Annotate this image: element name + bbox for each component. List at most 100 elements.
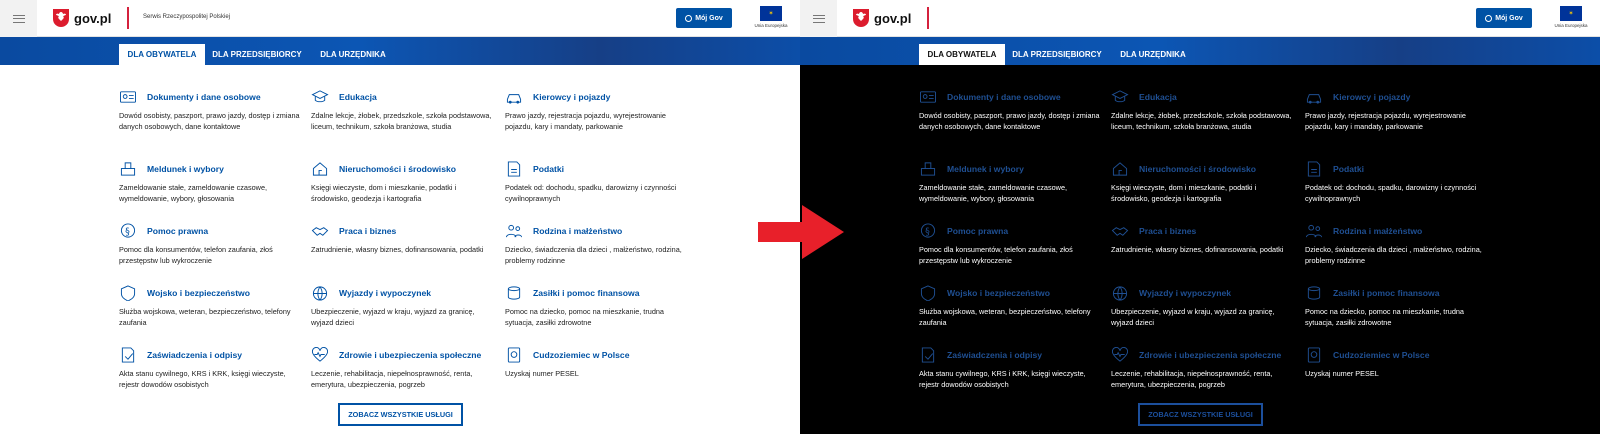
category-title-row[interactable]: Kierowcy i pojazdy [1305, 89, 1490, 105]
category-card[interactable]: Zaświadczenia i odpisy Akta stanu cywilne… [919, 347, 1104, 390]
category-card[interactable]: Zdrowie i ubezpieczenia społeczne Leczeni… [311, 347, 496, 390]
category-title[interactable]: Zaświadczenia i odpisy [947, 350, 1042, 360]
category-card[interactable]: Zdrowie i ubezpieczenia społeczne Leczeni… [1111, 347, 1296, 390]
category-card[interactable]: Meldunek i wybory Zameldowanie stałe, zam… [119, 161, 304, 204]
category-card[interactable]: Cudzoziemiec w Polsce Uzyskaj numer PESEL [1305, 347, 1490, 379]
category-card[interactable]: Zasiłki i pomoc finansowa Pomoc na dzieck… [1305, 285, 1490, 328]
category-card[interactable]: § Pomoc prawna Pomoc dla konsumentów, tele… [119, 223, 304, 266]
category-title-row[interactable]: Nieruchomości i środowisko [311, 161, 496, 177]
category-card[interactable]: Praca i biznes Zatrudnienie, własny bizne… [311, 223, 496, 255]
category-title-row[interactable]: Edukacja [311, 89, 496, 105]
category-title[interactable]: Rodzina i małżeństwo [533, 226, 622, 236]
category-title-row[interactable]: Podatki [505, 161, 690, 177]
category-card[interactable]: § Pomoc prawna Pomoc dla konsumentów, tele… [919, 223, 1104, 266]
category-title[interactable]: Zdrowie i ubezpieczenia społeczne [339, 350, 481, 360]
category-title[interactable]: Dokumenty i dane osobowe [947, 92, 1061, 102]
category-title[interactable]: Podatki [1333, 164, 1364, 174]
menu-button[interactable] [800, 0, 837, 37]
category-title-row[interactable]: Zaświadczenia i odpisy [119, 347, 304, 363]
category-card[interactable]: Zaświadczenia i odpisy Akta stanu cywilne… [119, 347, 304, 390]
menu-button[interactable] [0, 0, 37, 37]
moj-gov-button[interactable]: Mój Gov [676, 8, 732, 28]
category-title-row[interactable]: Cudzoziemiec w Polsce [1305, 347, 1490, 363]
category-title[interactable]: Pomoc prawna [147, 226, 208, 236]
category-title[interactable]: Dokumenty i dane osobowe [147, 92, 261, 102]
category-card[interactable]: Podatki Podatek od: dochodu, spadku, daro… [505, 161, 690, 204]
category-title[interactable]: Praca i biznes [339, 226, 396, 236]
category-title-row[interactable]: Dokumenty i dane osobowe [119, 89, 304, 105]
category-title[interactable]: Kierowcy i pojazdy [1333, 92, 1410, 102]
category-title[interactable]: Wyjazdy i wypoczynek [1139, 288, 1231, 298]
tab-dla-obywatela[interactable]: DLA OBYWATELA [919, 44, 1005, 65]
category-title[interactable]: Kierowcy i pojazdy [533, 92, 610, 102]
category-title-row[interactable]: Podatki [1305, 161, 1490, 177]
category-title-row[interactable]: Praca i biznes [311, 223, 496, 239]
category-title-row[interactable]: Praca i biznes [1111, 223, 1296, 239]
category-title[interactable]: Cudzoziemiec w Polsce [1333, 350, 1429, 360]
category-title-row[interactable]: Wyjazdy i wypoczynek [311, 285, 496, 301]
category-title-row[interactable]: Wojsko i bezpieczeństwo [919, 285, 1104, 301]
category-card[interactable]: Wyjazdy i wypoczynek Ubezpieczenie, wyjaz… [1111, 285, 1296, 328]
category-title[interactable]: Nieruchomości i środowisko [1139, 164, 1256, 174]
category-title[interactable]: Cudzoziemiec w Polsce [533, 350, 629, 360]
category-title-row[interactable]: Zaświadczenia i odpisy [919, 347, 1104, 363]
category-card[interactable]: Edukacja Zdalne lekcje, żłobek, przedszko… [1111, 89, 1296, 132]
category-title[interactable]: Meldunek i wybory [147, 164, 224, 174]
category-card[interactable]: Wyjazdy i wypoczynek Ubezpieczenie, wyjaz… [311, 285, 496, 328]
category-title-row[interactable]: Dokumenty i dane osobowe [919, 89, 1104, 105]
category-title-row[interactable]: Zdrowie i ubezpieczenia społeczne [1111, 347, 1296, 363]
category-card[interactable]: Nieruchomości i środowisko Księgi wieczys… [1111, 161, 1296, 204]
category-title[interactable]: Zasiłki i pomoc finansowa [1333, 288, 1440, 298]
category-card[interactable]: Meldunek i wybory Zameldowanie stałe, zam… [919, 161, 1104, 204]
category-card[interactable]: Rodzina i małżeństwo Dziecko, świadczenia… [1305, 223, 1490, 266]
category-title[interactable]: Zaświadczenia i odpisy [147, 350, 242, 360]
category-title[interactable]: Nieruchomości i środowisko [339, 164, 456, 174]
category-title-row[interactable]: Zasiłki i pomoc finansowa [505, 285, 690, 301]
category-title-row[interactable]: § Pomoc prawna [119, 223, 304, 239]
see-all-services-button[interactable]: ZOBACZ WSZYSTKIE USŁUGI [1138, 403, 1263, 426]
gov-logo[interactable]: gov.pl [52, 8, 111, 28]
category-card[interactable]: Dokumenty i dane osobowe Dowód osobisty, … [919, 89, 1104, 132]
category-title-row[interactable]: Nieruchomości i środowisko [1111, 161, 1296, 177]
category-title-row[interactable]: Zasiłki i pomoc finansowa [1305, 285, 1490, 301]
moj-gov-button[interactable]: Mój Gov [1476, 8, 1532, 28]
tab-dla-urzednika[interactable]: DLA URZĘDNIKA [313, 44, 393, 65]
category-card[interactable]: Kierowcy i pojazdy Prawo jazdy, rejestrac… [1305, 89, 1490, 132]
tab-dla-urzednika[interactable]: DLA URZĘDNIKA [1113, 44, 1193, 65]
category-title[interactable]: Wyjazdy i wypoczynek [339, 288, 431, 298]
category-card[interactable]: Podatki Podatek od: dochodu, spadku, daro… [1305, 161, 1490, 204]
category-title-row[interactable]: Edukacja [1111, 89, 1296, 105]
category-card[interactable]: Dokumenty i dane osobowe Dowód osobisty, … [119, 89, 304, 132]
category-card[interactable]: Nieruchomości i środowisko Księgi wieczys… [311, 161, 496, 204]
tab-dla-przedsiebiorcy[interactable]: DLA PRZEDSIĘBIORCY [1010, 44, 1104, 65]
category-title[interactable]: Podatki [533, 164, 564, 174]
category-title[interactable]: Edukacja [1139, 92, 1177, 102]
category-card[interactable]: Wojsko i bezpieczeństwo Służba wojskowa, … [119, 285, 304, 328]
category-card[interactable]: Edukacja Zdalne lekcje, żłobek, przedszko… [311, 89, 496, 132]
see-all-services-button[interactable]: ZOBACZ WSZYSTKIE USŁUGI [338, 403, 463, 426]
category-card[interactable]: Wojsko i bezpieczeństwo Służba wojskowa, … [919, 285, 1104, 328]
category-title[interactable]: Zasiłki i pomoc finansowa [533, 288, 640, 298]
category-title[interactable]: Zdrowie i ubezpieczenia społeczne [1139, 350, 1281, 360]
category-title[interactable]: Wojsko i bezpieczeństwo [147, 288, 250, 298]
category-title[interactable]: Praca i biznes [1139, 226, 1196, 236]
category-title-row[interactable]: Wyjazdy i wypoczynek [1111, 285, 1296, 301]
category-title-row[interactable]: Cudzoziemiec w Polsce [505, 347, 690, 363]
category-title-row[interactable]: Meldunek i wybory [919, 161, 1104, 177]
tab-dla-obywatela[interactable]: DLA OBYWATELA [119, 44, 205, 65]
category-card[interactable]: Rodzina i małżeństwo Dziecko, świadczenia… [505, 223, 690, 266]
category-title-row[interactable]: Rodzina i małżeństwo [1305, 223, 1490, 239]
category-card[interactable]: Praca i biznes Zatrudnienie, własny bizne… [1111, 223, 1296, 255]
category-title[interactable]: Wojsko i bezpieczeństwo [947, 288, 1050, 298]
category-title[interactable]: Edukacja [339, 92, 377, 102]
category-card[interactable]: Kierowcy i pojazdy Prawo jazdy, rejestrac… [505, 89, 690, 132]
category-title[interactable]: Pomoc prawna [947, 226, 1008, 236]
category-card[interactable]: Cudzoziemiec w Polsce Uzyskaj numer PESEL [505, 347, 690, 379]
category-title-row[interactable]: Rodzina i małżeństwo [505, 223, 690, 239]
gov-logo[interactable]: gov.pl [852, 8, 911, 28]
category-title-row[interactable]: § Pomoc prawna [919, 223, 1104, 239]
category-title-row[interactable]: Zdrowie i ubezpieczenia społeczne [311, 347, 496, 363]
category-title-row[interactable]: Wojsko i bezpieczeństwo [119, 285, 304, 301]
category-title[interactable]: Meldunek i wybory [947, 164, 1024, 174]
category-title[interactable]: Rodzina i małżeństwo [1333, 226, 1422, 236]
